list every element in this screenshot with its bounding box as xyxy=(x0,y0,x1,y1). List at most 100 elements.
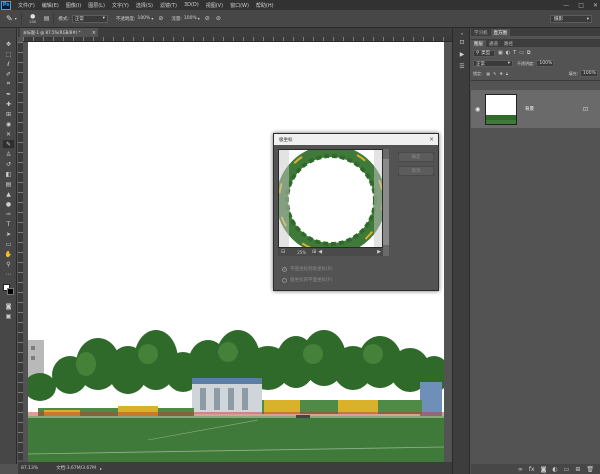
marquee-tool-icon[interactable]: ⬚ xyxy=(3,50,14,58)
pressure-size-icon[interactable]: ⊘ xyxy=(216,15,221,22)
type-tool-icon[interactable]: T xyxy=(3,220,14,228)
eraser-tool-icon[interactable]: ◧ xyxy=(3,170,14,178)
menu-edit[interactable]: 编辑(E) xyxy=(42,2,59,9)
tool-preset-dropdown-icon[interactable]: ▾ xyxy=(15,16,17,21)
content-aware-tool-icon[interactable]: ✕ xyxy=(3,130,14,138)
layer-name[interactable]: 背景 xyxy=(525,106,534,112)
menu-image[interactable]: 图像(I) xyxy=(66,2,81,9)
pressure-opacity-icon[interactable]: ⊘ xyxy=(158,15,163,22)
tab-channels[interactable]: 通道 xyxy=(486,40,501,47)
adjustment-layer-icon[interactable]: ◐ xyxy=(552,466,557,473)
menu-help[interactable]: 帮助(H) xyxy=(256,2,274,9)
filter-pixel-icon[interactable]: ▣ xyxy=(498,50,503,56)
tab-learn[interactable]: 学习机 xyxy=(471,29,491,36)
blur-tool-icon[interactable]: ▲ xyxy=(3,190,14,198)
properties-icon[interactable]: ☰ xyxy=(457,62,467,70)
airbrush-icon[interactable]: ⊘ xyxy=(205,15,210,22)
tab-layers[interactable]: 图层 xyxy=(471,40,486,47)
mode-dropdown[interactable]: 正常 ▾ xyxy=(71,14,108,23)
eye-icon[interactable]: ◉ xyxy=(475,106,480,113)
quick-select-tool-icon[interactable]: ✐ xyxy=(3,70,14,78)
layer-style-icon[interactable]: fx xyxy=(529,466,535,473)
radio-rect-to-polar[interactable]: 平面坐标到极坐标(R) xyxy=(282,266,333,272)
rectangle-tool-icon[interactable]: ▭ xyxy=(3,240,14,248)
zoom-tool-icon[interactable]: ⚲ xyxy=(3,260,14,268)
more-tools-icon[interactable]: ⋯ xyxy=(3,270,14,278)
move-tool-icon[interactable]: ✥ xyxy=(3,40,14,48)
zoom-in-icon[interactable]: ⊞ xyxy=(312,249,316,255)
opacity-value[interactable]: 100% xyxy=(137,16,150,21)
scroll-right-icon[interactable]: ▶ xyxy=(377,249,381,255)
tab-histogram[interactable]: 直方图 xyxy=(490,29,510,36)
chevron-down-icon[interactable]: ▾ xyxy=(198,16,200,21)
background-color-swatch[interactable] xyxy=(7,288,14,295)
healing-tool-icon[interactable]: ✚ xyxy=(3,100,14,108)
quick-mask-icon[interactable]: ◙ xyxy=(3,302,14,310)
patch-tool-icon[interactable]: ⊞ xyxy=(3,110,14,118)
menu-layer[interactable]: 图层(L) xyxy=(88,2,105,9)
preview-vertical-scrollbar[interactable] xyxy=(383,149,389,256)
brush-tool-icon[interactable]: ✎ xyxy=(6,14,13,23)
close-icon[interactable]: × xyxy=(429,136,434,143)
lock-pixels-icon[interactable]: ▦ xyxy=(486,71,490,76)
screen-mode-icon[interactable]: ▣ xyxy=(3,312,14,320)
menu-type[interactable]: 文字(Y) xyxy=(112,2,129,9)
link-layers-icon[interactable]: ∞ xyxy=(518,466,523,473)
filter-preview[interactable] xyxy=(278,149,383,248)
layer-opacity-field[interactable]: 100% xyxy=(536,60,555,67)
fill-field[interactable]: 100% xyxy=(580,70,598,77)
trash-icon[interactable]: 🗑︎ xyxy=(586,466,594,473)
dialog-title-bar[interactable]: 极坐标 × xyxy=(274,134,438,145)
lock-all-icon[interactable]: 🔒︎ xyxy=(506,71,508,76)
zoom-out-icon[interactable]: ⊟ xyxy=(281,249,285,255)
menu-3d[interactable]: 3D(D) xyxy=(184,2,199,8)
document-tab[interactable]: 未标题-1 @ 87.5%(RGB/8#) * × xyxy=(20,28,98,37)
chevron-down-icon[interactable]: ▾ xyxy=(151,16,153,21)
blend-mode-dropdown[interactable]: 正常 ▾ xyxy=(473,60,513,67)
minimize-button[interactable]: — xyxy=(563,2,569,9)
scroll-left-icon[interactable]: ◀ xyxy=(318,249,322,255)
menu-file[interactable]: 文件(F) xyxy=(18,2,35,9)
vertical-ruler[interactable] xyxy=(18,42,23,460)
zoom-level[interactable]: 87.13% xyxy=(21,466,38,471)
lock-paint-icon[interactable]: ✎ xyxy=(493,71,496,76)
menu-filter[interactable]: 滤镜(T) xyxy=(160,2,177,9)
scrollbar-thumb[interactable] xyxy=(383,159,389,245)
new-layer-icon[interactable]: ⊞ xyxy=(575,466,580,473)
crop-tool-icon[interactable]: ⌗ xyxy=(3,80,14,88)
menu-select[interactable]: 选择(S) xyxy=(136,2,153,9)
tab-paths[interactable]: 路径 xyxy=(501,40,516,47)
gradient-tool-icon[interactable]: ▤ xyxy=(3,180,14,188)
red-eye-tool-icon[interactable]: ◉ xyxy=(3,120,14,128)
collapse-icon[interactable]: « xyxy=(457,29,467,37)
brush-panel-toggle-icon[interactable]: ▤ xyxy=(44,15,50,22)
layer-row-background[interactable]: ◉ 背景 ⊡ xyxy=(471,90,600,128)
menu-window[interactable]: 窗口(W) xyxy=(230,2,249,9)
maximize-button[interactable]: □ xyxy=(578,2,584,9)
lasso-tool-icon[interactable]: ℓ xyxy=(3,60,14,68)
add-mask-icon[interactable]: ◙ xyxy=(541,466,547,473)
history-brush-tool-icon[interactable]: ↺ xyxy=(3,160,14,168)
play-actions-icon[interactable]: ▶ xyxy=(457,50,467,58)
eyedropper-tool-icon[interactable]: ✒ xyxy=(3,90,14,98)
cancel-button[interactable]: 取消 xyxy=(398,166,434,176)
ok-button[interactable]: 确定 xyxy=(398,152,434,162)
workspace-dropdown[interactable]: 摄影 ▾ xyxy=(550,15,592,23)
dodge-tool-icon[interactable]: ● xyxy=(3,200,14,208)
history-icon[interactable]: ⊡ xyxy=(457,38,467,46)
close-icon[interactable]: × xyxy=(92,30,96,36)
filter-type-icon[interactable]: T xyxy=(513,50,516,56)
new-group-icon[interactable]: ▭ xyxy=(564,466,570,473)
menu-view[interactable]: 视图(V) xyxy=(206,2,223,9)
layer-kind-filter[interactable]: ⚲ 类型 xyxy=(473,49,495,57)
flow-value[interactable]: 100% xyxy=(184,16,197,21)
clone-stamp-tool-icon[interactable]: ♙ xyxy=(3,150,14,158)
pen-tool-icon[interactable]: ✑ xyxy=(3,210,14,218)
filter-smart-icon[interactable]: ⧉ xyxy=(527,50,531,56)
close-window-button[interactable]: ✕ xyxy=(593,2,598,9)
filter-shape-icon[interactable]: ▭ xyxy=(519,50,524,56)
filter-adjust-icon[interactable]: ◐ xyxy=(506,50,510,56)
chevron-right-icon[interactable]: ▸ xyxy=(100,466,102,471)
brush-size-picker[interactable]: ● 200 xyxy=(26,13,40,24)
hand-tool-icon[interactable]: ✋ xyxy=(3,250,14,258)
